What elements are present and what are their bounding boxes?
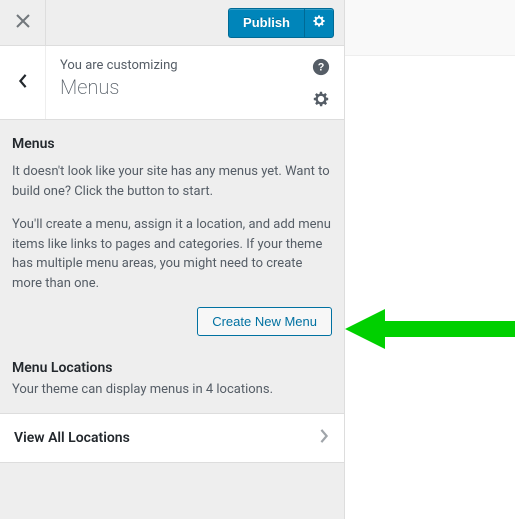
menus-description-1: It doesn't look like your site has any m…	[12, 162, 332, 201]
customizer-panel: Publish You are customizing Menus ?	[0, 0, 345, 519]
chevron-left-icon	[16, 74, 30, 92]
publish-group: Publish	[228, 8, 334, 38]
view-all-locations-button[interactable]: View All Locations	[0, 413, 344, 463]
menu-locations-section: Menu Locations Your theme can display me…	[0, 356, 344, 413]
menu-locations-heading: Menu Locations	[12, 360, 332, 376]
close-button[interactable]	[0, 0, 46, 46]
publish-button[interactable]: Publish	[228, 8, 304, 38]
close-icon	[16, 14, 30, 32]
gear-icon[interactable]	[312, 90, 330, 112]
help-icon[interactable]: ?	[312, 58, 330, 80]
svg-text:?: ?	[318, 62, 325, 74]
site-preview	[345, 0, 515, 519]
create-new-menu-button[interactable]: Create New Menu	[197, 307, 332, 336]
menus-section: Menus It doesn't look like your site has…	[0, 120, 344, 356]
preview-header-bar	[345, 0, 515, 56]
section-title: Menus	[60, 75, 330, 99]
gear-icon	[312, 14, 326, 31]
view-all-locations-label: View All Locations	[14, 430, 130, 446]
chevron-right-icon	[318, 429, 330, 447]
back-button[interactable]	[0, 46, 46, 119]
menus-heading: Menus	[12, 136, 332, 152]
section-header: You are customizing Menus ?	[0, 46, 344, 120]
top-bar: Publish	[0, 0, 344, 46]
menus-description-2: You'll create a menu, assign it a locati…	[12, 215, 332, 293]
customizing-label: You are customizing	[60, 58, 330, 73]
publish-settings-button[interactable]	[304, 8, 334, 38]
menu-locations-description: Your theme can display menus in 4 locati…	[12, 382, 332, 397]
